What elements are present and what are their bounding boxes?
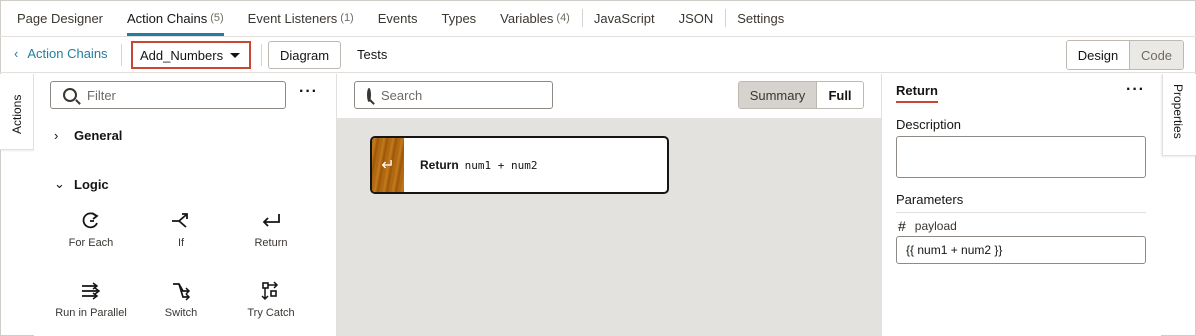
tab-label: Variables [500,10,554,26]
action-try-catch[interactable]: Try Catch [228,280,314,319]
action-run-in-parallel[interactable]: Run in Parallel [48,280,134,319]
description-label: Description [896,117,962,132]
payload-input[interactable]: {{ num1 + num2 }} [896,236,1146,264]
action-switch[interactable]: Switch [138,280,224,319]
properties-panel: Return ··· Description Parameters # payl… [881,74,1161,336]
full-button[interactable]: Full [817,82,863,108]
designer-tabs: Page Designer Action Chains (5) Event Lis… [0,0,1196,37]
action-if[interactable]: If [138,210,224,249]
palette-more-options-icon[interactable]: ··· [299,83,318,101]
node-expression: num1 + num2 [464,158,538,172]
summary-button[interactable]: Summary [739,82,817,108]
action-label: If [177,237,185,249]
filter-field [50,81,286,109]
try-catch-icon [228,280,314,302]
tab-divider [725,9,727,27]
tab-javascript[interactable]: JavaScript [594,0,655,37]
node-content: Return num1 + num2 [404,138,538,192]
back-link-label: Action Chains [27,46,108,61]
section-general[interactable]: › General [54,128,122,143]
chevron-down-icon: ⌄ [54,176,65,191]
selected-chain-name: Add_Numbers [140,47,224,63]
canvas-search-input[interactable] [381,87,557,103]
design-code-toggle: Design Code [1066,40,1184,70]
chain-toolbar: ‹ Action Chains Add_Numbers Diagram Test… [0,37,1196,73]
action-for-each[interactable]: For Each [48,210,134,249]
tab-page-designer[interactable]: Page Designer [17,0,103,37]
tab-count: (4) [556,12,570,24]
tab-event-listeners[interactable]: Event Listeners (1) [248,0,354,37]
back-to-action-chains-link[interactable]: ‹ Action Chains [14,46,108,61]
action-label: Switch [164,307,198,319]
chevron-left-icon: ‹ [14,46,19,61]
tab-label: Page Designer [17,10,103,26]
for-each-icon [48,210,134,232]
properties-more-options-icon[interactable]: ··· [1126,81,1145,99]
tab-count: (5) [210,12,224,24]
tab-count: (1) [340,12,354,24]
toolbar-divider [121,44,122,66]
return-action-node[interactable]: ↵ Return num1 + num2 [370,136,669,194]
tab-settings[interactable]: Settings [737,0,784,37]
tab-label: Settings [737,10,785,26]
param-name-label: payload [914,219,957,233]
canvas-search-field [354,81,557,109]
chevron-right-icon: › [54,128,59,143]
section-label: General [74,128,123,143]
tab-variables[interactable]: Variables (4) [500,0,570,37]
parameters-label: Parameters [896,192,964,207]
parameters-divider [896,212,1146,213]
tab-action-chains[interactable]: Action Chains (5) [127,0,224,37]
node-keyword: Return [420,158,459,172]
code-button[interactable]: Code [1130,41,1183,69]
action-return[interactable]: Return [228,210,314,249]
tab-label: JavaScript [593,10,655,26]
switch-icon [138,280,224,302]
section-logic[interactable]: ⌄ Logic [54,176,109,192]
caret-down-icon [230,53,240,58]
properties-side-tab[interactable]: Properties [1162,74,1196,156]
tab-types[interactable]: Types [441,0,476,37]
return-icon [228,210,314,232]
hash-icon: # [898,218,906,234]
toolbar-divider [261,44,262,66]
actions-palette: ··· › General ⌄ Logic For Each If Return… [34,74,336,336]
action-label: Return [254,237,288,249]
action-label: For Each [68,237,114,249]
summary-full-toggle: Summary Full [738,81,864,109]
tab-divider [581,9,583,27]
tab-json[interactable]: JSON [679,0,714,37]
tab-label: Types [441,10,477,26]
tab-label: Event Listeners [247,10,338,26]
action-chain-select[interactable]: Add_Numbers [131,41,251,69]
actions-side-tab-label: Actions [10,94,24,134]
param-payload: # payload [898,218,957,234]
actions-side-tab[interactable]: Actions [0,74,34,150]
filter-input[interactable] [87,87,267,103]
tab-label: Events [377,10,418,26]
tab-label: JSON [678,10,714,26]
properties-side-tab-label: Properties [1171,84,1185,139]
canvas-header: Summary Full [336,74,881,118]
action-label: Run in Parallel [55,307,127,319]
properties-title: Return [896,83,938,103]
run-in-parallel-icon [48,280,134,302]
right-gutter [1161,156,1195,335]
search-icon [63,88,77,102]
tests-tab[interactable]: Tests [357,47,387,62]
if-icon [138,210,224,232]
diagram-button[interactable]: Diagram [268,41,341,69]
tab-events[interactable]: Events [378,0,418,37]
return-icon: ↵ [372,138,404,192]
description-textarea[interactable] [896,136,1146,178]
search-icon [367,88,371,102]
design-button[interactable]: Design [1067,41,1130,69]
diagram-label: Diagram [279,47,330,63]
tab-label: Action Chains [127,10,208,26]
section-label: Logic [74,176,109,192]
action-label: Try Catch [247,307,295,319]
diagram-canvas[interactable]: ↵ Return num1 + num2 [336,118,881,336]
